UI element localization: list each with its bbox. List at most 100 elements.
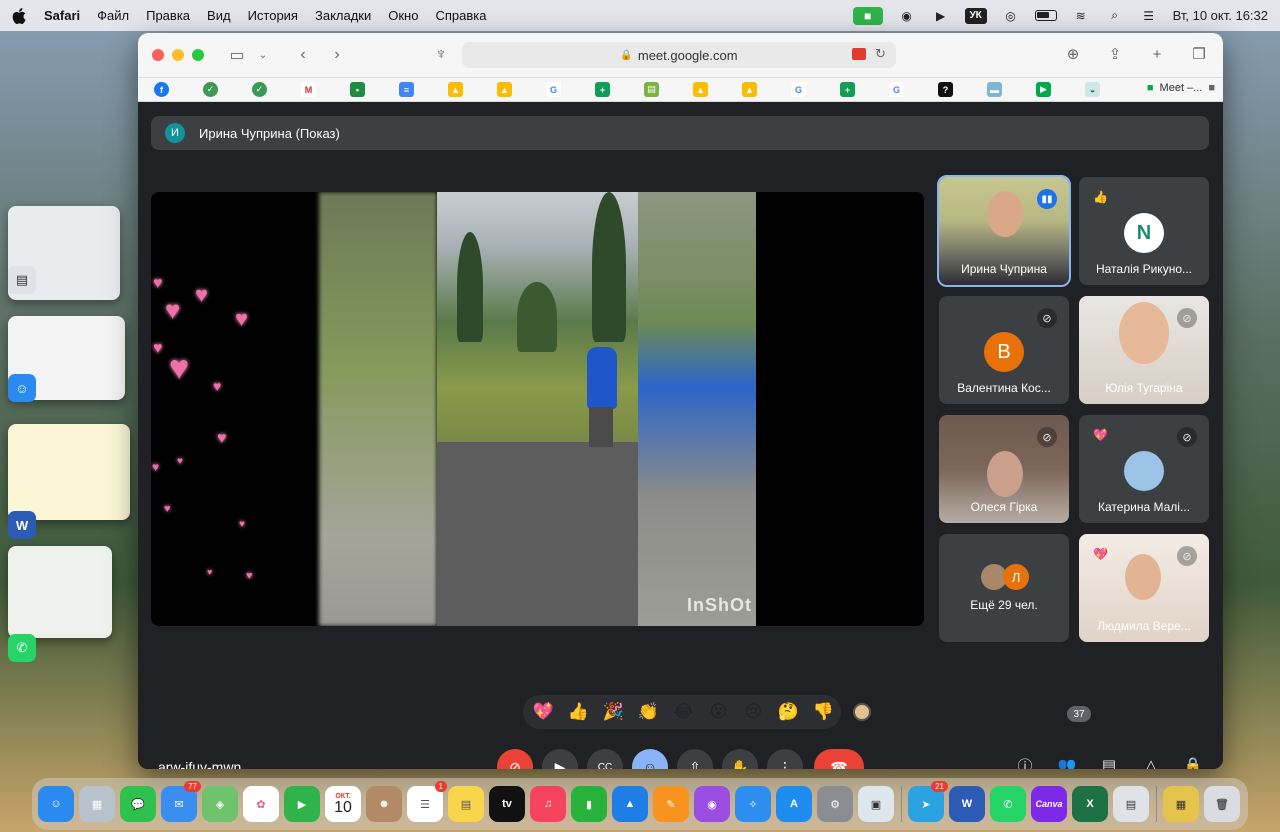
reaction-sad-button[interactable]: 😢 (741, 702, 766, 722)
participant-tile[interactable]: ⊘ В Валентина Кос... (939, 296, 1069, 404)
whatsapp-app-icon[interactable]: ✆ (8, 634, 36, 662)
extension-icon[interactable]: ♆ (430, 44, 452, 66)
excel-dock-icon[interactable]: X (1072, 786, 1108, 822)
forward-button[interactable]: › (326, 44, 348, 66)
chevron-down-icon[interactable]: ⌄ (252, 44, 274, 66)
drive-bookmark-icon[interactable]: ▲ (448, 82, 463, 97)
trash-dock-icon[interactable]: 🗑 (1204, 786, 1240, 822)
keynote-dock-icon[interactable]: ▲ (612, 786, 648, 822)
maximize-window-button[interactable] (192, 49, 204, 61)
reaction-thumbs-down-button[interactable]: 👎 (811, 702, 836, 722)
music-dock-icon[interactable]: ♫ (530, 786, 566, 822)
participant-tile[interactable]: 💖 ⊘ Катерина Малі... (1079, 415, 1209, 523)
input-language-icon[interactable]: УК (964, 7, 987, 24)
shield-bookmark-icon[interactable]: ✓ (203, 82, 218, 97)
canva-dock-icon[interactable]: Canva (1031, 786, 1067, 822)
present-screen-button[interactable]: ⇧ (677, 749, 713, 769)
tab-overview-icon[interactable]: ❐ (1189, 43, 1209, 65)
printer-dock-icon[interactable]: ▤ (1113, 786, 1149, 822)
classroom-bookmark-icon[interactable]: ▪ (350, 82, 365, 97)
activities-icon[interactable]: △ (1137, 751, 1165, 769)
docs-bookmark-icon[interactable]: ≡ (399, 82, 414, 97)
finder-dock-icon[interactable]: ☺ (38, 786, 74, 822)
airdrop-icon[interactable]: ◎ (1001, 8, 1021, 24)
reaction-clap-button[interactable]: 👏 (636, 702, 661, 722)
participant-tile[interactable]: 💖 ⊘ Людмила Вере... (1079, 534, 1209, 642)
menu-edit[interactable]: Правка (146, 8, 190, 23)
drive-bookmark-icon-3[interactable]: ▲ (693, 82, 708, 97)
menu-help[interactable]: Справка (435, 8, 486, 23)
more-participants-tile[interactable]: Л Ещё 29 чел. (939, 534, 1069, 642)
preview-dock-icon[interactable]: ▣ (858, 786, 894, 822)
word-app-icon[interactable]: W (8, 511, 36, 539)
help-bookmark-icon[interactable]: ? (938, 82, 953, 97)
participant-tile[interactable]: 👍 N Наталія Рикуно... (1079, 177, 1209, 285)
drive-bookmark-icon-2[interactable]: ▲ (497, 82, 512, 97)
minimize-window-button[interactable] (172, 49, 184, 61)
camera-toggle-button[interactable]: ▶ (542, 749, 578, 769)
google-bookmark-icon-2[interactable]: G (791, 82, 806, 97)
downloads-icon[interactable]: ⊕ (1063, 43, 1083, 65)
notes-dock-icon[interactable]: ▤ (448, 786, 484, 822)
pages-dock-icon[interactable]: ✎ (653, 786, 689, 822)
reaction-thumbs-up-button[interactable]: 👍 (566, 702, 591, 722)
reaction-surprised-button[interactable]: 😮 (706, 702, 731, 722)
reload-icon[interactable]: ↻ (875, 46, 886, 62)
document-bookmark-icon[interactable]: ▤ (644, 82, 659, 97)
reaction-laugh-button[interactable]: 😂 (671, 702, 696, 722)
control-center-icon[interactable]: ☰ (1139, 8, 1159, 24)
system-settings-dock-icon[interactable]: ⚙ (817, 786, 853, 822)
logo-bookmark-icon[interactable]: ◒ (1085, 82, 1100, 97)
reaction-thinking-button[interactable]: 🤔 (776, 702, 801, 722)
apple-icon[interactable] (12, 7, 26, 24)
menu-app-name[interactable]: Safari (44, 8, 80, 23)
sheets-bookmark-icon-2[interactable]: + (840, 82, 855, 97)
play-icon[interactable]: ▶ (931, 8, 951, 24)
telegram-dock-icon[interactable]: ➤ 21 (908, 781, 948, 822)
reminders-dock-icon[interactable]: ☰ 1 (407, 781, 447, 822)
facebook-bookmark-icon[interactable]: f (154, 82, 169, 97)
wifi-icon[interactable]: ≋ (1071, 8, 1091, 24)
sidebar-toggle-icon[interactable]: ▭ (226, 44, 248, 66)
chat-icon[interactable]: ▤ (1095, 751, 1123, 769)
new-tab-icon[interactable]: + (1147, 43, 1167, 65)
facetime-dock-icon[interactable]: ▶ (284, 786, 320, 822)
stage-preview-4[interactable] (8, 546, 112, 638)
host-controls-icon[interactable]: 🔒 (1179, 751, 1207, 769)
gmail-bookmark-icon[interactable]: M (301, 82, 316, 97)
messages-dock-icon[interactable]: 💬 (120, 786, 156, 822)
meeting-details-icon[interactable]: ⓘ (1011, 751, 1039, 770)
drive-bookmark-icon-4[interactable]: ▲ (742, 82, 757, 97)
app-store-dock-icon[interactable]: A (776, 786, 812, 822)
calendar-dock-icon[interactable]: ОКТ. 10 (325, 786, 361, 822)
address-bar[interactable]: 🔒 meet.google.com ↻ (462, 42, 896, 68)
finder-app-icon[interactable]: ☺ (8, 374, 36, 402)
screen-record-icon[interactable]: ◉ (897, 8, 917, 24)
launchpad-dock-icon[interactable]: ▦ (79, 786, 115, 822)
word-dock-icon[interactable]: W (949, 786, 985, 822)
more-options-button[interactable]: ⋮ (767, 749, 803, 769)
safari-dock-icon[interactable]: ✧ (735, 786, 771, 822)
sheets-bookmark-icon[interactable]: + (595, 82, 610, 97)
podcasts-dock-icon[interactable]: ◉ (694, 786, 730, 822)
maps-dock-icon[interactable]: ◈ (202, 786, 238, 822)
google-bookmark-icon[interactable]: G (546, 82, 561, 97)
reaction-party-button[interactable]: 🎉 (601, 702, 626, 722)
shared-screen-video[interactable]: InShOt ♥ ♥ ♥ ♥ ♥ ♥ ♥ ♥ ♥ ♥ ♥ ♥ ♥ ♥ (151, 192, 924, 626)
printer-app-icon[interactable]: ▤ (8, 266, 36, 294)
web-bookmark-icon[interactable]: ▬ (987, 82, 1002, 97)
menu-window[interactable]: Окно (388, 8, 418, 23)
menu-bookmarks[interactable]: Закладки (315, 8, 371, 23)
reaction-heart-button[interactable]: 💖 (531, 702, 556, 722)
shield-bookmark-icon-2[interactable]: ✓ (252, 82, 267, 97)
apple-tv-dock-icon[interactable]: tv (489, 786, 525, 822)
facetime-menu-icon[interactable]: ■ (852, 6, 883, 25)
emoji-reactions-button[interactable]: ☺ (632, 749, 668, 769)
menu-view[interactable]: Вид (207, 8, 231, 23)
participant-tile[interactable]: ⊘ Юлія Тугаріна (1079, 296, 1209, 404)
spotlight-search-icon[interactable]: ⌕ (1105, 8, 1125, 24)
share-icon[interactable]: ⇪ (1105, 43, 1125, 65)
photos-dock-icon[interactable]: ✿ (243, 786, 279, 822)
leave-call-button[interactable]: ☎ (814, 749, 864, 769)
meet-bookmark-icon[interactable]: ▶ (1036, 82, 1051, 97)
